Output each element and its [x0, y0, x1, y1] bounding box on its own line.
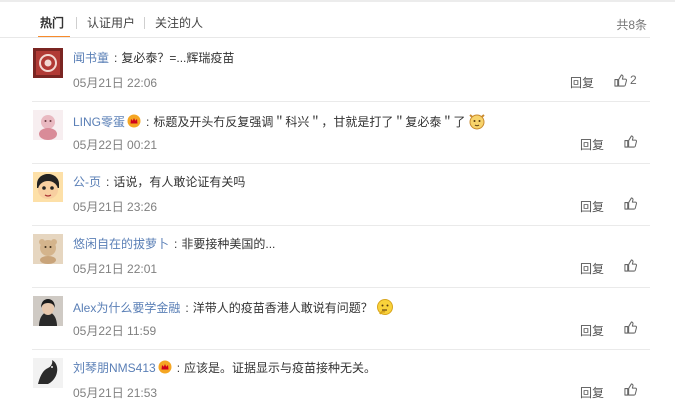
thumbs-up-icon	[624, 383, 637, 396]
tabs-divider	[0, 37, 650, 38]
like-button[interactable]	[624, 383, 637, 396]
thumbs-up-icon	[624, 135, 637, 148]
thinking-face-emoji-icon	[376, 298, 394, 320]
comment-total-count: 共8条	[616, 18, 647, 32]
comment-text: 话说，有人敢论证有关吗	[113, 175, 246, 189]
thumbs-up-icon	[624, 259, 637, 272]
comment-content: LING零蛋: 标题及开头冇反复强调＂科兴＂，甘就是打了＂复必泰＂了	[73, 112, 486, 134]
comment-item: 刘琴朋NMS413: 应该是。证据显示与疫苗接种无关。 05月21日 21:53 …	[0, 350, 650, 412]
like-button[interactable]	[624, 135, 637, 148]
comment-text: 复必泰？=...辉瑞疫苗	[121, 51, 235, 65]
like-button[interactable]	[624, 259, 637, 272]
username-colon: :	[176, 361, 181, 375]
username-colon: :	[185, 301, 189, 315]
comment-item: LING零蛋: 标题及开头冇反复强调＂科兴＂，甘就是打了＂复必泰＂了 05月22日…	[0, 102, 650, 164]
reply-button[interactable]: 回复	[580, 136, 604, 153]
username-colon: :	[106, 175, 110, 189]
thumbs-up-icon	[614, 73, 627, 87]
avatar-portrait-photo-icon	[33, 296, 63, 326]
comment-content: Alex为什么要学金融: 洋带人的疫苗香港人敢说有问题？	[73, 298, 394, 320]
comment-time: 05月22日 11:59	[73, 324, 157, 338]
comment-username[interactable]: 悠闲自在的拔萝卜	[73, 237, 169, 251]
top-border	[0, 0, 675, 2]
comment-time: 05月22日 00:21	[73, 138, 158, 152]
avatar[interactable]	[33, 358, 63, 388]
avatar[interactable]	[33, 48, 63, 78]
thumbs-up-icon	[624, 197, 637, 210]
vip-crown-icon	[158, 360, 172, 378]
comment-username[interactable]: 公-页	[73, 175, 101, 189]
comment-item: 悠闲自在的拔萝卜: 非要接种美国的... 05月21日 22:01 回复	[0, 226, 650, 288]
cat-face-emoji-icon	[468, 112, 486, 134]
comment-username[interactable]: Alex为什么要学金融	[73, 301, 180, 315]
avatar-red-seal-icon	[33, 48, 63, 78]
tab-separator	[144, 17, 145, 29]
like-count: 2	[630, 73, 637, 87]
comment-text: 标题及开头冇反复强调＂科兴＂，甘就是打了＂复必泰＂了	[153, 115, 466, 129]
comment-item: 闻书童: 复必泰？=...辉瑞疫苗 05月21日 22:06 回复 2	[0, 40, 650, 102]
comment-time: 05月21日 22:01	[73, 262, 158, 276]
reply-button[interactable]: 回复	[570, 74, 594, 91]
comment-text: 非要接种美国的...	[181, 237, 276, 251]
comment-time: 05月21日 21:53	[73, 386, 158, 400]
reply-button[interactable]: 回复	[580, 260, 604, 277]
username-colon: :	[114, 51, 118, 65]
avatar-ink-animal-icon	[33, 358, 63, 388]
tab-verified-users[interactable]: 认证用户	[87, 16, 135, 30]
reply-button[interactable]: 回复	[580, 198, 604, 215]
reply-button[interactable]: 回复	[580, 384, 604, 401]
comment-username[interactable]: LING零蛋	[73, 115, 125, 129]
reply-button[interactable]: 回复	[580, 322, 604, 339]
avatar-cartoon-boy-icon	[33, 172, 63, 202]
comment-time: 05月21日 22:06	[73, 76, 158, 90]
comment-content: 悠闲自在的拔萝卜: 非要接种美国的...	[73, 236, 275, 252]
avatar-pink-doll-icon	[33, 110, 63, 140]
comment-tabs: 热门 认证用户 关注的人 共8条	[0, 3, 675, 39]
like-button[interactable]	[624, 197, 637, 210]
tab-hot[interactable]: 热门	[40, 16, 64, 30]
tab-separator	[76, 17, 77, 29]
comment-time: 05月21日 23:26	[73, 200, 158, 214]
comment-username[interactable]: 刘琴朋NMS413	[73, 361, 156, 375]
comment-content: 刘琴朋NMS413: 应该是。证据显示与疫苗接种无关。	[73, 360, 376, 378]
tab-following[interactable]: 关注的人	[155, 16, 203, 30]
comment-content: 闻书童: 复必泰？=...辉瑞疫苗	[73, 50, 234, 66]
thumbs-up-icon	[624, 321, 637, 334]
username-colon: :	[174, 237, 178, 251]
avatar[interactable]	[33, 110, 63, 140]
avatar[interactable]	[33, 296, 63, 326]
comment-username[interactable]: 闻书童	[73, 51, 109, 65]
avatar[interactable]	[33, 234, 63, 264]
comment-text: 洋带人的疫苗香港人敢说有问题？	[192, 301, 373, 315]
like-button[interactable]: 2	[614, 73, 637, 87]
avatar-plush-toy-icon	[33, 234, 63, 264]
comment-item: Alex为什么要学金融: 洋带人的疫苗香港人敢说有问题？ 05月22日 11:59…	[0, 288, 650, 350]
avatar[interactable]	[33, 172, 63, 202]
comment-item: 公-页: 话说，有人敢论证有关吗 05月21日 23:26 回复	[0, 164, 650, 226]
username-colon: :	[146, 115, 150, 129]
like-button[interactable]	[624, 321, 637, 334]
vip-crown-icon	[127, 114, 141, 132]
comment-text: 应该是。证据显示与疫苗接种无关。	[184, 361, 377, 375]
comment-content: 公-页: 话说，有人敢论证有关吗	[73, 174, 245, 190]
